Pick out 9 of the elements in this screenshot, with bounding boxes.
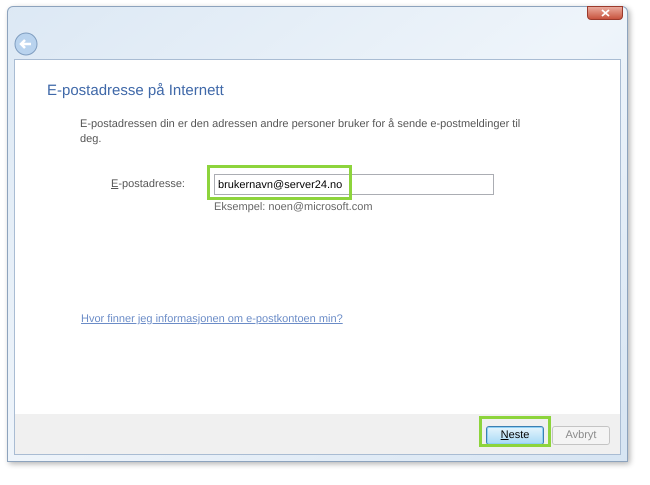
page-heading: E-postadresse på Internett xyxy=(47,81,225,101)
email-input[interactable]: brukernavn@server24.no xyxy=(214,174,494,195)
description-text: E-postadressen din er den adressen andre personer bruker for å sende e-postmeldinger til deg. xyxy=(80,116,522,146)
back-icon[interactable] xyxy=(14,32,38,56)
close-icon xyxy=(600,9,610,17)
email-label: E-postadresse: xyxy=(111,176,186,192)
dialog-button[interactable]: Neste xyxy=(486,426,544,445)
example-hint: Eksempel: noen@microsoft.com xyxy=(214,200,374,214)
close-button[interactable] xyxy=(587,6,623,20)
